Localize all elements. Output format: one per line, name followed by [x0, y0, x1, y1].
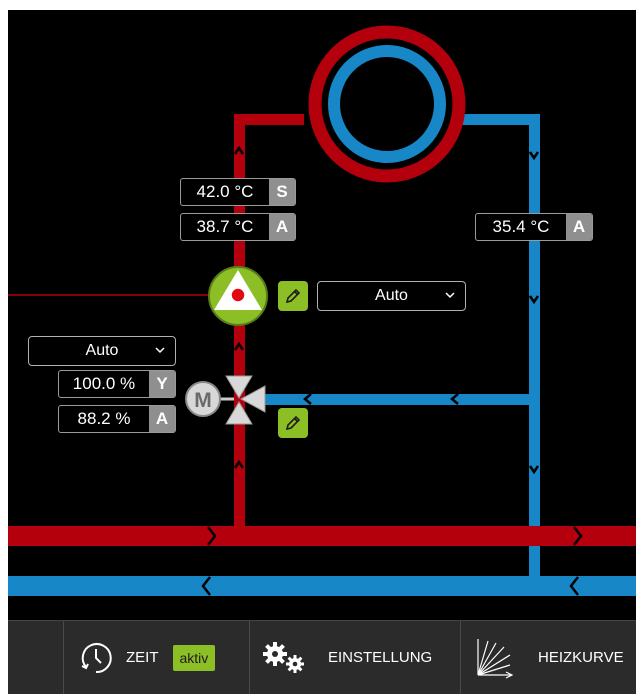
- setpoint-tag: S: [269, 179, 295, 205]
- actual-tag: A: [566, 214, 592, 240]
- einstellung-label: EINSTELLUNG: [328, 649, 433, 666]
- mixer-mode-value: Auto: [85, 342, 119, 359]
- toolbar-divider: [63, 621, 64, 694]
- mixer-actual-value: 88.2 %: [77, 409, 131, 428]
- chevron-down-icon: [445, 292, 455, 299]
- heizkurve-button[interactable]: HEIZKURVE: [474, 621, 636, 694]
- mixing-valve-icon[interactable]: M: [185, 375, 266, 425]
- hydraulic-schematic: M 42.0 °C S 38.7 °C A 35.4 °C A Auto Aut…: [8, 10, 636, 620]
- pump-icon[interactable]: [208, 266, 268, 326]
- consumer-inner-ring: [328, 45, 446, 163]
- mixer-mode-select[interactable]: Auto: [28, 336, 176, 366]
- status-badge: aktiv: [172, 644, 216, 671]
- pump-mode-select[interactable]: Auto: [317, 281, 466, 311]
- mixer-setpoint-value: 100.0 %: [72, 374, 136, 393]
- motor-label: M: [194, 389, 212, 412]
- heating-curve-icon: [477, 638, 514, 679]
- zeit-button[interactable]: ZEIT aktiv: [78, 621, 248, 694]
- return-top-pipe: [453, 114, 540, 125]
- actual-tag: A: [269, 214, 295, 240]
- toolbar-divider: [460, 621, 461, 694]
- pencil-icon: [285, 288, 301, 304]
- supply-actual-value: 38.7 °C: [196, 217, 254, 236]
- clock-icon: [81, 642, 112, 673]
- return-riser-pipe: [529, 120, 540, 588]
- heizkurve-label: HEIZKURVE: [538, 649, 624, 666]
- pump-mode-value: Auto: [375, 287, 408, 304]
- supply-setpoint-value: 42.0 °C: [196, 182, 254, 201]
- gears-icon: [263, 641, 304, 673]
- toolbar-divider: [249, 621, 250, 694]
- supply-setpoint-box: 42.0 °C S: [180, 178, 296, 206]
- pump-edit-button[interactable]: [278, 281, 308, 311]
- actual-tag: A: [149, 406, 175, 432]
- pipe-diagram: M: [8, 25, 636, 596]
- main-supply-header: [8, 526, 636, 546]
- return-actual-box: 35.4 °C A: [475, 213, 593, 241]
- chevron-down-icon: [155, 347, 165, 354]
- main-return-header: [8, 576, 636, 596]
- return-actual-value: 35.4 °C: [492, 217, 550, 236]
- mixer-actual-box: 88.2 % A: [58, 405, 176, 433]
- bottom-toolbar: ZEIT aktiv EINSTELLUNG HEIZKURVE: [8, 620, 636, 694]
- supply-actual-box: 38.7 °C A: [180, 213, 296, 241]
- mixer-edit-button[interactable]: [278, 408, 308, 438]
- supply-top-pipe: [234, 114, 304, 125]
- setpoint-tag: Y: [149, 371, 175, 397]
- einstellung-button[interactable]: EINSTELLUNG: [260, 621, 460, 694]
- pencil-icon: [285, 415, 301, 431]
- zeit-label: ZEIT: [126, 649, 159, 666]
- mixer-setpoint-box: 100.0 % Y: [58, 370, 176, 398]
